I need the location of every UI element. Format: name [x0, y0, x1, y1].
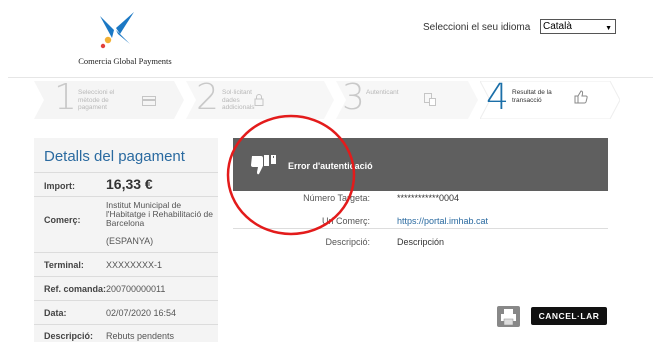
cancel-button[interactable]: CANCEL·LAR — [531, 307, 607, 325]
step-number: 2 — [196, 77, 219, 118]
devices-icon — [424, 93, 436, 111]
result-description-label: Descripció: — [325, 237, 370, 247]
step-number: 4 — [486, 77, 509, 118]
merchant-url-link[interactable]: https://portal.imhab.cat — [397, 216, 488, 226]
divider — [34, 252, 218, 253]
merchant-label: Comerç: — [44, 215, 81, 225]
description-label: Descripció: — [44, 331, 94, 341]
language-label: Seleccioni el seu idioma — [423, 22, 531, 33]
caixa-star-logo-icon — [100, 12, 134, 49]
step-label: Seleccioni el mètode de pagament — [78, 89, 115, 111]
step-label: Resultat de la transacció — [512, 89, 552, 104]
divider — [34, 276, 218, 277]
printer-icon — [501, 309, 516, 326]
divider — [34, 172, 218, 173]
language-select[interactable]: Català ▼ — [540, 19, 616, 34]
lock-icon — [254, 93, 264, 111]
divider — [34, 324, 218, 325]
description-value: Rebuts pendents — [106, 331, 175, 341]
merchant-value: Institut Municipal de l'Habitatge i Reha… — [106, 200, 213, 228]
print-button[interactable] — [497, 306, 520, 327]
annotation-circle — [226, 114, 356, 236]
date-value: 02/07/2020 16:54 — [106, 308, 177, 318]
step-label: Autenticant — [366, 89, 399, 96]
result-description-value: Descripción — [397, 237, 445, 247]
order-value: 200700000011 — [106, 284, 166, 294]
brand-logo: Comercia Global Payments — [60, 10, 180, 70]
terminal-label: Terminal: — [44, 260, 84, 270]
language-value: Català — [543, 21, 572, 32]
thumb-up-icon — [574, 90, 588, 109]
import-label: Import: — [44, 181, 75, 191]
step-number: 1 — [54, 77, 77, 118]
chevron-down-icon: ▼ — [605, 25, 612, 32]
card-icon — [142, 93, 156, 111]
divider — [34, 196, 218, 197]
terminal-value: XXXXXXXX-1 — [106, 260, 163, 270]
brand-name: Comercia Global Payments — [78, 56, 172, 66]
import-value: 16,33 € — [106, 176, 153, 192]
payment-details-panel: Detalls del pagament Import: 16,33 € Com… — [34, 138, 218, 342]
step-1: 1 Seleccioni el mètode de pagament — [34, 77, 184, 119]
order-label: Ref. comanda: — [44, 284, 107, 294]
merchant-country: (ESPANYA) — [106, 236, 154, 246]
divider — [34, 300, 218, 301]
card-number-value: ************0004 — [397, 193, 460, 203]
date-label: Data: — [44, 308, 67, 318]
page-header: Comercia Global Payments Seleccioni el s… — [8, 0, 653, 78]
panel-title: Detalls del pagament — [44, 148, 185, 165]
step-4: 4 Resultat de la transacció — [480, 77, 620, 119]
